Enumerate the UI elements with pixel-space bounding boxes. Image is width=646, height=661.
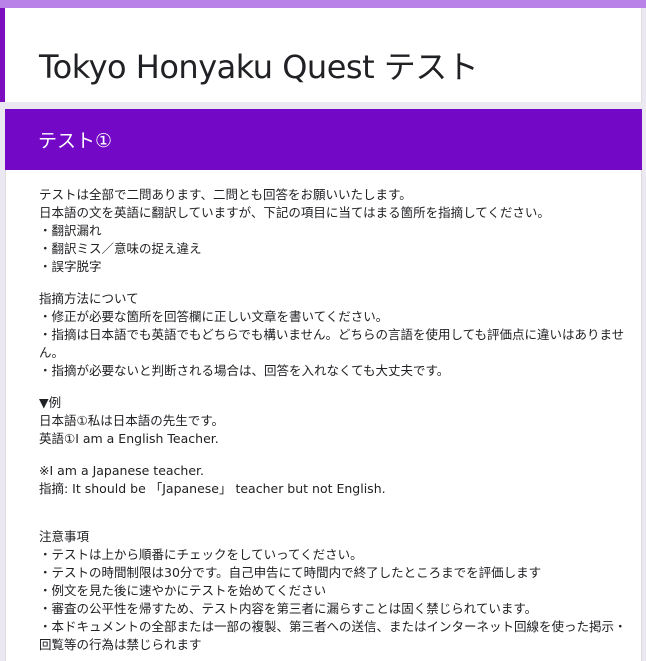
section-description: テストは全部で二問あります、二問とも回答をお願いいたします。 日本語の文を英語に… — [39, 186, 631, 654]
example-indication: 指摘: It should be 「Japanese」 teacher but … — [39, 481, 386, 496]
intro-bullet: ・翻訳ミス／意味の捉え違え — [39, 241, 202, 256]
section-title: テスト① — [38, 130, 113, 152]
example-correction: ※I am a Japanese teacher. — [39, 463, 205, 478]
form-top-accent-bar — [0, 0, 646, 8]
notes-bullet: ・テストは上から順番にチェックをしていってください。 — [39, 547, 363, 562]
method-bullet: ・指摘は日本語でも英語でもどちらでも構いません。どちらの言語を使用しても評価点に… — [39, 327, 625, 360]
example-heading: ▼例 — [39, 395, 62, 410]
notes-heading: 注意事項 — [39, 529, 90, 544]
notes-bullet: ・例文を見た後に速やかにテストを始めてください — [39, 583, 327, 598]
method-bullet: ・指摘が必要ないと判断される場合は、回答を入れなくても大丈夫です。 — [39, 363, 450, 378]
example-japanese: 日本語①私は日本語の先生です。 — [39, 413, 224, 428]
notes-bullet: ・審査の公平性を帰すため、テスト内容を第三者に漏らすことは固く禁じられています。 — [39, 601, 538, 616]
notes-bullet: ・本ドキュメントの全部または一部の複製、第三者への送信、またはインターネット回線… — [39, 619, 627, 652]
section-description-card: テストは全部で二問あります、二問とも回答をお願いいたします。 日本語の文を英語に… — [5, 170, 642, 661]
form-title-card: Tokyo Honyaku Quest テスト — [0, 8, 642, 102]
intro-bullet: ・誤字脱字 — [39, 259, 102, 274]
intro-bullet: ・翻訳漏れ — [39, 223, 102, 238]
method-bullet: ・修正が必要な箇所を回答欄に正しい文章を書いてください。 — [39, 309, 389, 324]
form-title: Tokyo Honyaku Quest テスト — [39, 48, 479, 86]
intro-line: 日本語の文を英語に翻訳していますが、下記の項目に当てはまる箇所を指摘してください… — [39, 205, 550, 220]
example-english: 英語①I am a English Teacher. — [39, 431, 219, 446]
section-header: テスト① — [5, 109, 642, 170]
intro-line: テストは全部で二問あります、二問とも回答をお願いいたします。 — [39, 187, 412, 202]
notes-bullet: ・テストの時間制限は30分です。自己申告にて時間内で終了したところまでを評価しま… — [39, 565, 542, 580]
method-heading: 指摘方法について — [39, 291, 139, 306]
